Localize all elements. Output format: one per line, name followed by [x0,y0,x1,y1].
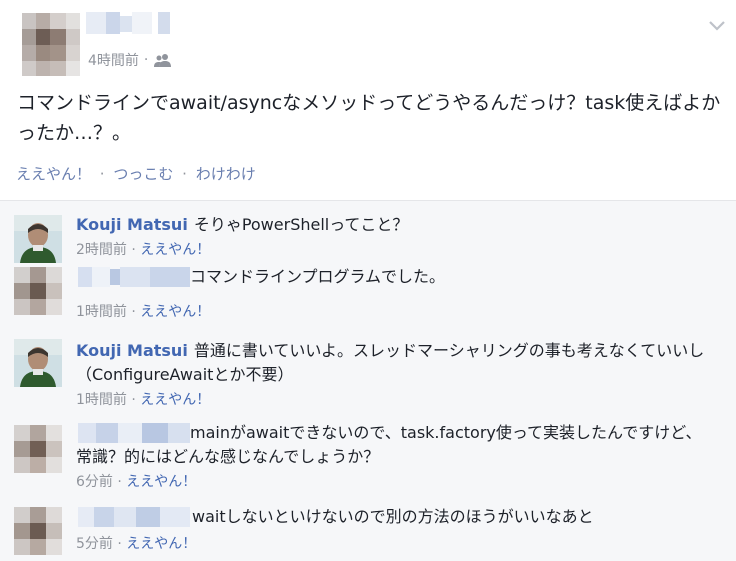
comment-time[interactable]: 5分前 [76,536,113,552]
post-header: 4時間前 · [0,0,736,80]
comment-text: mainがawaitできないので、task.factory使って実装したんですけ… [76,423,702,466]
comment-author-redacted[interactable] [78,267,190,287]
comment-time[interactable]: 6分前 [76,474,113,490]
comment-like-link[interactable]: ええやん！ [140,304,210,320]
comment-meta: 6分前 · ええやん！ [76,471,196,491]
comment-text: waitしないといけないので別の方法のほうがいいなあと [192,507,594,526]
comment-like-link[interactable]: ええやん！ [126,474,196,490]
like-action[interactable]: ええやん！ [16,165,91,183]
comment-meta: 1時間前 · ええやん！ [76,301,210,321]
comment-like-link[interactable]: ええやん！ [126,536,196,552]
meta-separator: · [131,392,136,408]
comment-text: そりゃPowerShellってこと？ [193,215,409,234]
comment-like-link[interactable]: ええやん！ [140,242,210,258]
comment-avatar-redacted[interactable] [14,425,62,473]
comment-meta: 5分前 · ええやん！ [76,533,196,553]
comment-meta: 2時間前 · ええやん！ [76,239,210,259]
comments-section: Kouji Matsui そりゃPowerShellってこと？ 2時間前 · ええ… [0,200,736,561]
comment-avatar[interactable] [14,215,62,263]
post-time[interactable]: 4時間前 [88,50,139,70]
post-text: コマンドラインでawait/asyncなメソッドってどうやるんだっけ？task使… [17,92,721,144]
meta-separator: · [117,474,122,490]
author-name-redacted[interactable] [86,12,170,34]
comment-time[interactable]: 1時間前 [76,304,127,320]
meta-separator: · [117,536,122,552]
post-meta: 4時間前 · [88,50,172,70]
meta-separator: · [143,52,149,68]
chevron-down-icon[interactable] [706,14,728,36]
comment-action[interactable]: つっこむ [113,165,173,183]
comment-avatar[interactable] [14,339,62,387]
actions-separator: · [182,165,187,183]
meta-separator: · [131,242,136,258]
comment-meta: 1時間前 · ええやん！ [76,389,210,409]
comment-avatar-redacted[interactable] [14,267,62,315]
comment-author-redacted[interactable] [78,507,190,527]
meta-separator: · [131,304,136,320]
comment-author[interactable]: Kouji Matsui [76,215,188,234]
comment-avatar-redacted[interactable] [14,507,62,555]
comment-time[interactable]: 1時間前 [76,392,127,408]
comment-time[interactable]: 2時間前 [76,242,127,258]
actions-separator: · [99,165,105,183]
friends-icon[interactable] [154,53,172,67]
comment-author[interactable]: Kouji Matsui [76,341,188,360]
comment-text: コマンドラインプログラムでした。 [190,267,446,286]
author-avatar[interactable] [22,13,80,76]
share-action[interactable]: わけわけ [196,165,256,183]
comment-like-link[interactable]: ええやん！ [140,392,210,408]
comment-body: Kouji Matsui 普通に書いていいよ。スレッドマーシャリングの事も考えなく… [76,339,712,387]
post-actions: ええやん！ · つっこむ · わけわけ [16,163,256,184]
comment-body: Kouji Matsui そりゃPowerShellってこと？ [76,213,716,237]
